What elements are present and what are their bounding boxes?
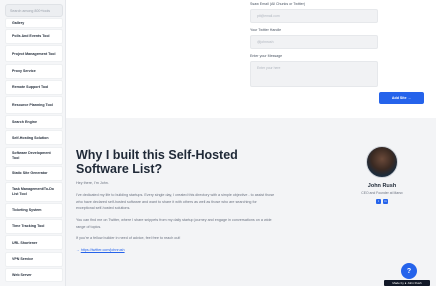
sidebar-search-input[interactable]: Search among 800+tools: [5, 4, 63, 17]
sidebar-item-remote-support-tool[interactable]: Remote Support Tool: [5, 79, 63, 95]
sidebar-item-web-server[interactable]: Web Server: [5, 267, 63, 282]
twitter-field[interactable]: @johnrush: [250, 35, 378, 49]
page-title: Why I built this Self-Hosted Software Li…: [76, 148, 238, 176]
sidebar-list: Gallery Polls And Events Tool Project Ma…: [5, 18, 63, 283]
sidebar-item-task-management-tool[interactable]: Task Management/To-Do List Tool: [5, 181, 63, 202]
intro-paragraph: I've dedicated my life to building start…: [76, 193, 275, 211]
sidebar-item-software-development-tool[interactable]: Software Development Tool: [5, 146, 63, 165]
author-role: CEO and Founder at Marsx: [361, 191, 403, 195]
author-card: John Rush CEO and Founder at Marsx t in: [352, 146, 412, 204]
social-links: t in: [352, 199, 412, 204]
sidebar-item-proxy-service[interactable]: Proxy Service: [5, 63, 63, 79]
twitter-icon[interactable]: t: [376, 199, 381, 204]
help-button[interactable]: ?: [401, 263, 417, 279]
sidebar-item-project-management-tool[interactable]: Project Management Tool: [5, 45, 63, 63]
twitter-link-row: → https://twitter.com/johnrush: [76, 247, 276, 254]
advice-paragraph: If you're a fellow builder in need of ad…: [76, 236, 181, 240]
add-site-button[interactable]: Add Site →: [379, 92, 424, 104]
arrow-icon: →: [76, 248, 80, 252]
sidebar-item-static-site-generator[interactable]: Static Site Generator: [5, 165, 63, 181]
email-field[interactable]: ptt@email.com: [250, 9, 378, 23]
submit-form: Ssaw Email (All Chunks or Twitter) ptt@e…: [250, 0, 378, 87]
twitter-paragraph: You can find me on Twitter, where I shar…: [76, 218, 272, 229]
sidebar-item-gallery[interactable]: Gallery: [5, 18, 63, 28]
sidebar-item-resource-planning-tool[interactable]: Resource Planning Tool: [5, 95, 63, 114]
sidebar-item-time-tracking-tool[interactable]: Time Tracking Tool: [5, 219, 63, 235]
made-by-badge[interactable]: Made by ● John Rush: [384, 280, 430, 286]
avatar: [366, 146, 398, 178]
twitter-link[interactable]: https://twitter.com/johnrush: [81, 248, 125, 252]
sidebar-item-polls-and-events-tool[interactable]: Polls And Events Tool: [5, 29, 63, 45]
message-textarea[interactable]: Enter your here: [250, 61, 378, 87]
message-label: Enter your Message: [250, 54, 283, 58]
sidebar-item-search-engine[interactable]: Search Engine: [5, 115, 63, 130]
linkedin-icon[interactable]: in: [383, 199, 388, 204]
sidebar-item-url-shortener[interactable]: URL Shortener: [5, 235, 63, 251]
sidebar-item-ticketing-system[interactable]: Ticketing System: [5, 203, 63, 219]
greeting-text: Hey there, I'm John.: [76, 181, 109, 185]
about-section: Why I built this Self-Hosted Software Li…: [66, 118, 436, 286]
sidebar-item-self-hosting-solution[interactable]: Self-Hosting Solution: [5, 130, 63, 146]
sidebar: Search among 800+tools Gallery Polls And…: [0, 0, 66, 286]
author-name: John Rush: [367, 183, 397, 189]
submit-section: Ssaw Email (All Chunks or Twitter) ptt@e…: [66, 0, 436, 118]
twitter-label: Your Twitter Handle: [250, 28, 282, 32]
sidebar-item-vpn-service[interactable]: VPN Service: [5, 251, 63, 267]
email-label: Ssaw Email (All Chunks or Twitter): [250, 2, 306, 6]
